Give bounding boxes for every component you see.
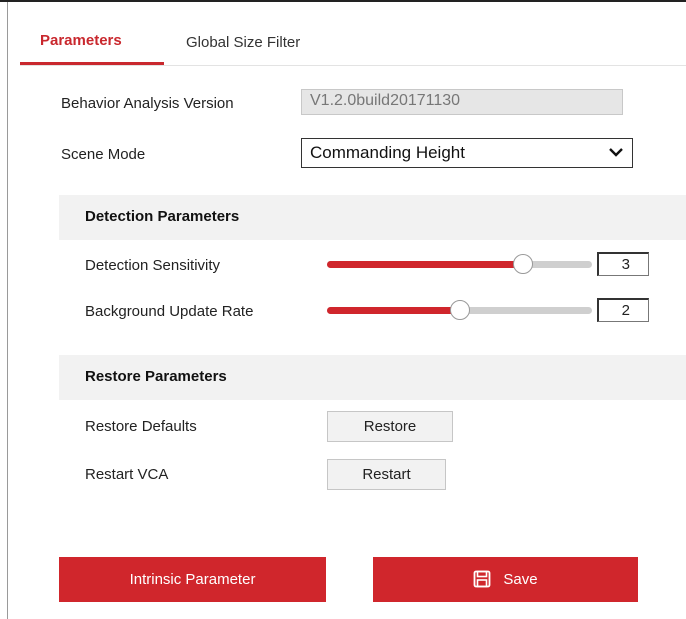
background-update-rate-slider[interactable] [327, 300, 592, 322]
scene-mode-value: Commanding Height [310, 143, 465, 162]
top-border [0, 0, 686, 2]
detection-sensitivity-slider[interactable] [327, 254, 592, 276]
detection-sensitivity-input[interactable]: 3 [597, 252, 649, 276]
detection-sensitivity-label: Detection Sensitivity [85, 257, 221, 274]
slider-knob[interactable] [513, 254, 533, 274]
version-field: V1.2.0build20171130 [301, 89, 623, 115]
tab-parameters[interactable]: Parameters [40, 32, 122, 49]
save-button[interactable]: Save [373, 557, 638, 602]
intrinsic-parameter-button[interactable]: Intrinsic Parameter [59, 557, 326, 602]
restore-parameters-header: Restore Parameters [59, 355, 686, 400]
restart-button[interactable]: Restart [327, 459, 446, 490]
restore-defaults-label: Restore Defaults [85, 418, 197, 435]
slider-fill [327, 307, 460, 314]
parameters-panel: Parameters Global Size Filter Behavior A… [0, 0, 686, 619]
version-label: Behavior Analysis Version [61, 95, 234, 112]
save-icon [473, 570, 491, 587]
restart-vca-label: Restart VCA [85, 466, 169, 483]
detection-parameters-title: Detection Parameters [85, 208, 240, 225]
restore-parameters-title: Restore Parameters [85, 368, 227, 385]
left-border [7, 2, 8, 619]
background-update-rate-label: Background Update Rate [85, 303, 254, 320]
chevron-down-icon [609, 148, 623, 157]
slider-knob[interactable] [450, 300, 470, 320]
tab-global-size-filter[interactable]: Global Size Filter [186, 34, 300, 51]
background-update-rate-input[interactable]: 2 [597, 298, 649, 322]
detection-parameters-header: Detection Parameters [59, 195, 686, 240]
tab-divider [20, 65, 686, 66]
save-label: Save [503, 571, 538, 588]
slider-fill [327, 261, 523, 268]
restore-button[interactable]: Restore [327, 411, 453, 442]
scene-mode-select[interactable]: Commanding Height [301, 138, 633, 168]
scene-mode-label: Scene Mode [61, 146, 146, 163]
